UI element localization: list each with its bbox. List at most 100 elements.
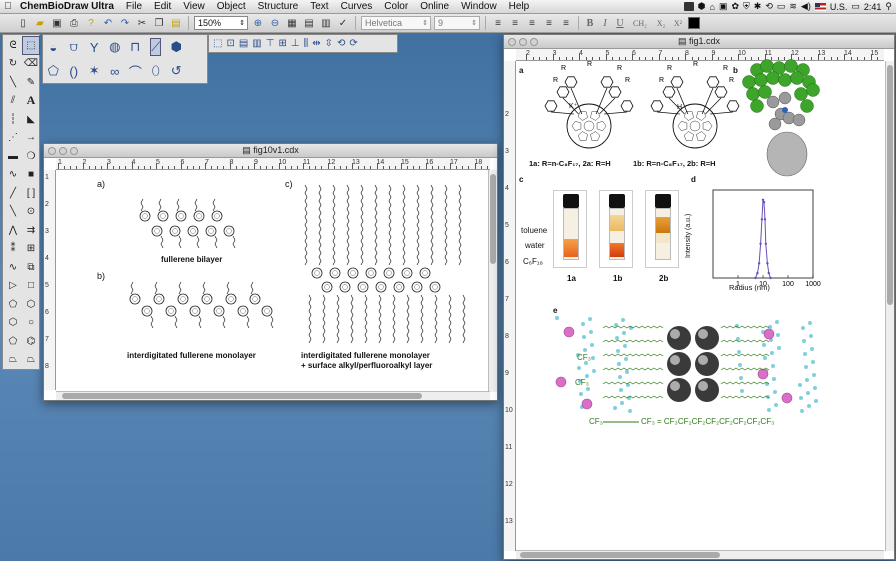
- paw-icon[interactable]: ✿: [731, 1, 739, 12]
- multi-bond-tool-icon[interactable]: ⫽: [4, 92, 22, 111]
- open-folder-icon[interactable]: ▰: [33, 16, 47, 30]
- distribute-icon[interactable]: ⫼: [304, 38, 309, 49]
- marquee-tool-icon[interactable]: ⬚: [22, 36, 40, 55]
- template-loop-icon[interactable]: ↺: [171, 63, 182, 79]
- zoom-out-icon[interactable]: ⊖: [268, 16, 282, 30]
- dashed-bond-tool-icon[interactable]: ┆: [4, 110, 22, 129]
- eraser-tool-icon[interactable]: ⌫: [22, 55, 40, 74]
- rotate-right-icon[interactable]: ⟳: [349, 38, 357, 49]
- apple-menu-icon[interactable]: : [0, 1, 16, 12]
- template-arch-icon[interactable]: ⌒: [129, 62, 142, 81]
- template-bowl-icon[interactable]: ⩌: [70, 39, 78, 55]
- zoom-select[interactable]: 150% ⇕: [194, 16, 248, 30]
- italic-button[interactable]: I: [599, 18, 611, 29]
- pentagon-ring-icon[interactable]: ⬠: [4, 295, 22, 314]
- copy-icon[interactable]: ❐: [152, 16, 166, 30]
- drawing-canvas[interactable]: a b c d e RRRRRRRRRR K⁺ H 1a: R=n-C₈F₁₇,…: [517, 59, 883, 550]
- check-structure-icon[interactable]: ✓: [336, 16, 350, 30]
- align-middle-icon[interactable]: ⊞: [278, 38, 286, 49]
- formula-button[interactable]: CH₂: [629, 19, 651, 28]
- redo-icon[interactable]: ↷: [118, 16, 132, 30]
- subscript-button[interactable]: X₂: [654, 19, 668, 28]
- table-tool-icon[interactable]: ⊞: [22, 240, 40, 259]
- pen-tool-icon[interactable]: ✎: [22, 73, 40, 92]
- template-ball-icon[interactable]: ◍: [109, 39, 120, 55]
- bracket-tool-icon[interactable]: [ ]: [22, 184, 40, 203]
- template-y-icon[interactable]: Y: [90, 40, 99, 55]
- curve-tool-icon[interactable]: ∿: [4, 258, 22, 277]
- shield-icon[interactable]: ⛨: [743, 1, 750, 12]
- template-branch-icon[interactable]: ✶: [89, 63, 100, 79]
- align-justify-icon[interactable]: ≡: [542, 16, 556, 30]
- show-structure-icon[interactable]: ▦: [285, 16, 299, 30]
- align-other-icon[interactable]: ≡: [559, 16, 573, 30]
- status-icon-2[interactable]: ⬢: [698, 1, 706, 12]
- template-cage-icon[interactable]: ⊓: [130, 39, 140, 55]
- screen-icon[interactable]: ▭: [777, 1, 786, 12]
- status-icon-1[interactable]: [683, 2, 694, 11]
- template-cube-icon[interactable]: ⬢: [171, 39, 182, 55]
- cyclopentadiene-icon[interactable]: ⬠: [4, 332, 22, 351]
- wifi-icon[interactable]: ≋: [789, 1, 797, 12]
- wedge-bond-tool-icon[interactable]: ◣: [22, 110, 40, 129]
- bold-button[interactable]: B: [584, 18, 596, 29]
- menu-window[interactable]: Window: [455, 1, 503, 12]
- menu-app-name[interactable]: ChemBioDraw Ultra: [16, 1, 120, 12]
- align-left-icon[interactable]: ≡: [491, 16, 505, 30]
- horizontal-scrollbar[interactable]: [516, 550, 884, 559]
- vertical-scrollbar[interactable]: [488, 170, 497, 392]
- time-machine-icon[interactable]: ⟲: [765, 1, 773, 12]
- show-page-icon[interactable]: ▥: [319, 16, 333, 30]
- hash-bond-tool-icon[interactable]: ⋰: [4, 129, 22, 148]
- save-icon[interactable]: ▣: [50, 16, 64, 30]
- arrow-tool-icon[interactable]: →: [22, 129, 40, 148]
- square-ring-icon[interactable]: □: [22, 277, 40, 296]
- new-document-icon[interactable]: ▯: [16, 16, 30, 30]
- print-icon[interactable]: ⎙: [67, 16, 81, 30]
- menu-object[interactable]: Object: [211, 1, 252, 12]
- align-center-icon[interactable]: ≡: [508, 16, 522, 30]
- menu-help[interactable]: Help: [503, 1, 536, 12]
- scroll-thumb[interactable]: [887, 65, 893, 305]
- underline-button[interactable]: U: [614, 18, 626, 29]
- undo-icon[interactable]: ↶: [101, 16, 115, 30]
- flip-h-icon[interactable]: ⇹: [312, 38, 320, 49]
- superscript-button[interactable]: X²: [671, 19, 685, 28]
- rotate-tool-icon[interactable]: ↻: [4, 55, 22, 74]
- reaction-tool-icon[interactable]: ⇉: [22, 221, 40, 240]
- horizontal-scrollbar[interactable]: [56, 391, 490, 400]
- benzene-ring-icon[interactable]: ⌬: [22, 332, 40, 351]
- hexagon-ring-icon[interactable]: ⬡: [22, 295, 40, 314]
- text-color-swatch[interactable]: [688, 17, 700, 29]
- show-doc-icon[interactable]: ▤: [302, 16, 316, 30]
- orbital-tool-icon[interactable]: ❍: [22, 147, 40, 166]
- template-bracket-icon[interactable]: (): [69, 64, 78, 79]
- scroll-thumb[interactable]: [520, 552, 720, 558]
- menu-view[interactable]: View: [177, 1, 211, 12]
- status-icon-3[interactable]: ▣: [719, 1, 728, 12]
- bond-tool-icon[interactable]: ╲: [4, 73, 22, 92]
- menu-structure[interactable]: Structure: [252, 1, 305, 12]
- stereo-tool-icon[interactable]: ╲: [4, 203, 22, 222]
- template-tool-icon[interactable]: ⧉: [22, 258, 40, 277]
- align-top-icon[interactable]: ⊤: [266, 38, 275, 49]
- template-pentagon-icon[interactable]: ⬠: [48, 63, 59, 79]
- rectangle-tool-icon[interactable]: ■: [22, 166, 40, 185]
- octagon-ring-icon[interactable]: ○: [22, 314, 40, 333]
- query-tool-icon[interactable]: ⁑: [4, 240, 22, 259]
- align-right-icon[interactable]: ≡: [525, 16, 539, 30]
- titlebar-fig1[interactable]: ▤ fig1.cdx: [504, 35, 894, 49]
- menu-curves[interactable]: Curves: [335, 1, 379, 12]
- triangle-ring-icon[interactable]: ▷: [4, 277, 22, 296]
- bank-icon[interactable]: ⌂: [710, 2, 715, 12]
- template-rod-icon[interactable]: ⟋: [150, 38, 162, 56]
- group-icon[interactable]: ⬚: [213, 38, 222, 49]
- charge-tool-icon[interactable]: ⊙: [22, 203, 40, 222]
- send-back-icon[interactable]: ▥: [252, 38, 261, 49]
- drawing-canvas[interactable]: a) b) c) fullerene bilayer interdigitate…: [57, 171, 489, 391]
- bold-bond-tool-icon[interactable]: ▬: [4, 147, 22, 166]
- battery-icon[interactable]: ▭: [851, 1, 860, 12]
- chain-tool-icon[interactable]: ╱: [4, 184, 22, 203]
- menu-edit[interactable]: Edit: [148, 1, 177, 12]
- size-select[interactable]: 9 ⇕: [434, 16, 480, 30]
